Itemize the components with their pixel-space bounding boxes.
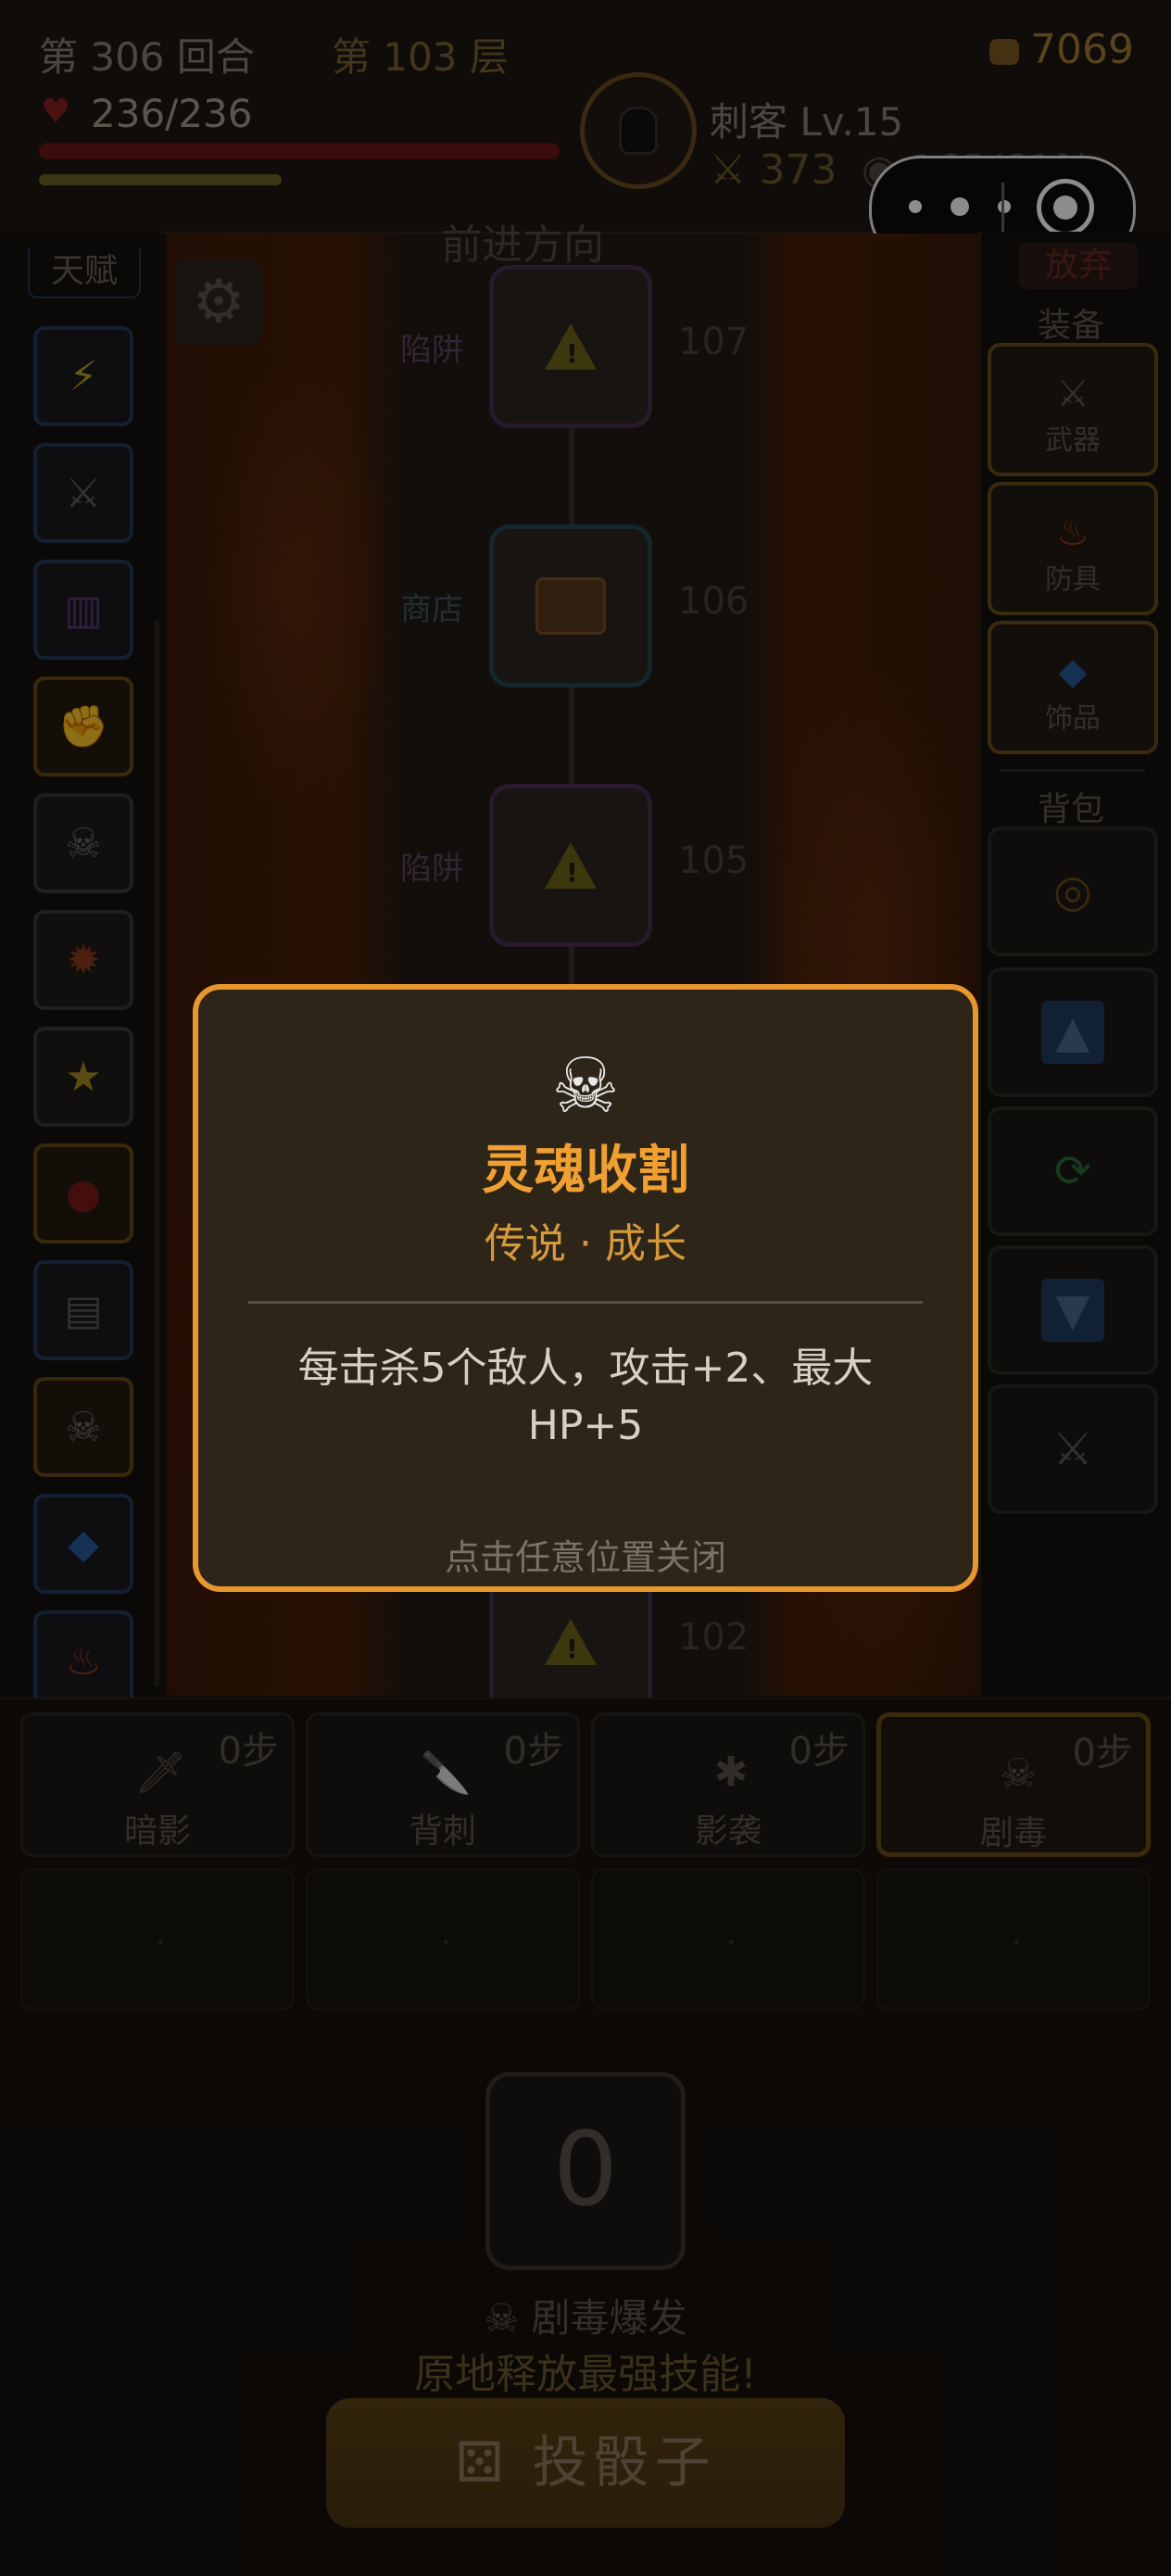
modal-title: 灵魂收割	[482, 1141, 689, 1201]
modal-subtitle: 传说 · 成长	[485, 1220, 686, 1268]
skull-crossbones-icon: ☠	[551, 1042, 620, 1130]
modal-description: 每击杀5个敌人，攻击+2、最大HP+5	[297, 1345, 874, 1449]
modal-divider	[248, 1301, 923, 1304]
modal-close-hint: 点击任意位置关闭	[444, 1537, 726, 1578]
